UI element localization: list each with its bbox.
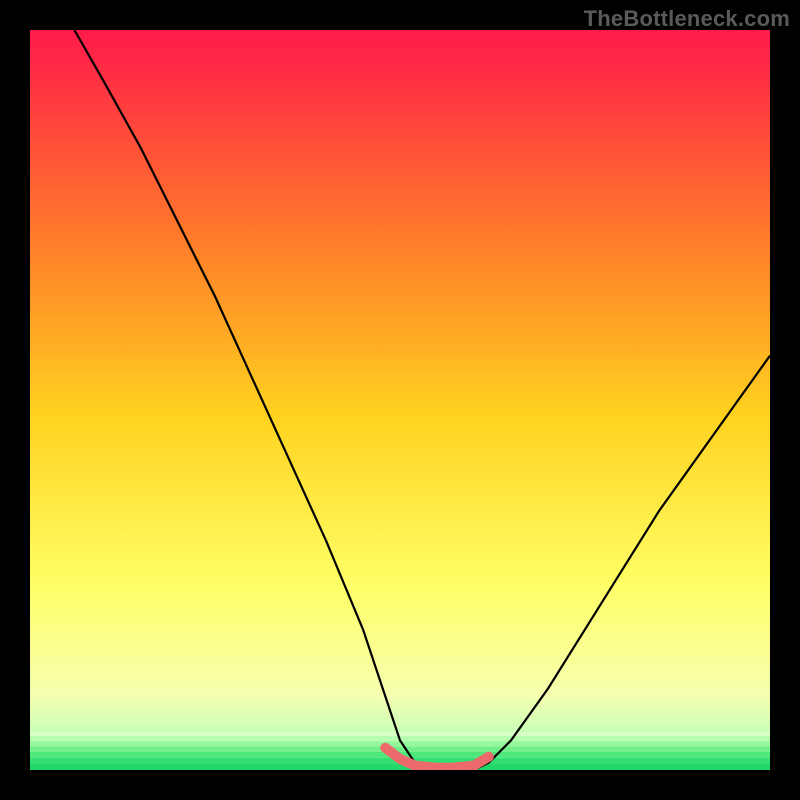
gradient-background: [30, 30, 770, 770]
green-band: [30, 732, 770, 736]
green-band: [30, 742, 770, 746]
green-band: [30, 764, 770, 770]
green-band: [30, 747, 770, 751]
watermark-text: TheBottleneck.com: [584, 6, 790, 32]
plot-svg: [30, 30, 770, 770]
plot-area: [30, 30, 770, 770]
chart-frame: TheBottleneck.com: [0, 0, 800, 800]
